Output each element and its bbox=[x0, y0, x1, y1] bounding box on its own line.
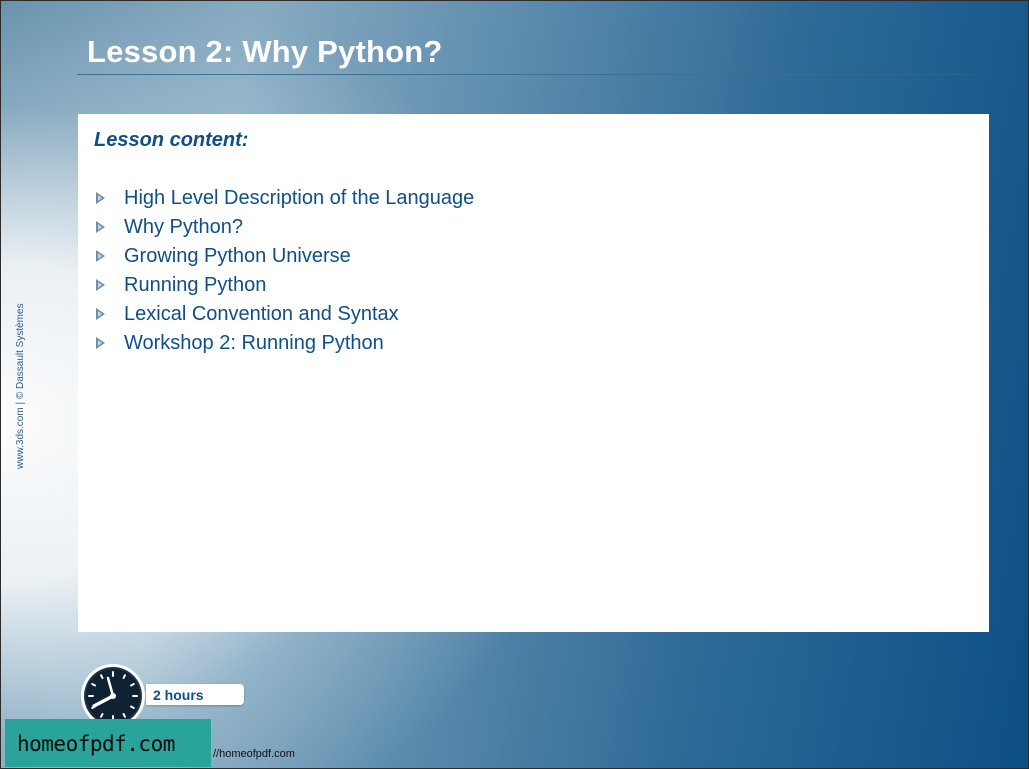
watermark-banner[interactable]: homeofpdf.com bbox=[5, 719, 211, 767]
watermark-label: homeofpdf.com bbox=[17, 732, 175, 756]
duration-badge: 2 hours bbox=[146, 684, 244, 705]
triangle-bullet-icon bbox=[96, 279, 105, 291]
lesson-content-heading: Lesson content: bbox=[94, 129, 249, 151]
topic-label: High Level Description of the Language bbox=[124, 187, 475, 209]
list-item: High Level Description of the Language bbox=[94, 186, 474, 215]
list-item: Why Python? bbox=[94, 215, 474, 244]
duration-label: 2 hours bbox=[153, 687, 204, 703]
list-item: Running Python bbox=[94, 273, 474, 302]
lesson-content-panel: Lesson content: High Level Description o… bbox=[78, 114, 989, 632]
slide: Lesson 2: Why Python? www.3ds.com | © Da… bbox=[0, 0, 1029, 769]
triangle-bullet-icon bbox=[96, 192, 105, 204]
footer-url[interactable]: //homeofpdf.com bbox=[213, 748, 295, 760]
topic-label: Growing Python Universe bbox=[124, 245, 351, 267]
slide-title: Lesson 2: Why Python? bbox=[87, 34, 443, 69]
topic-label: Lexical Convention and Syntax bbox=[124, 303, 399, 325]
list-item: Lexical Convention and Syntax bbox=[94, 302, 474, 331]
triangle-bullet-icon bbox=[96, 250, 105, 262]
list-item: Workshop 2: Running Python bbox=[94, 331, 474, 360]
triangle-bullet-icon bbox=[96, 221, 105, 233]
title-divider bbox=[77, 74, 977, 75]
triangle-bullet-icon bbox=[96, 337, 105, 349]
topic-list: High Level Description of the Language W… bbox=[94, 186, 474, 360]
list-item: Growing Python Universe bbox=[94, 244, 474, 273]
triangle-bullet-icon bbox=[96, 308, 105, 320]
topic-label: Running Python bbox=[124, 274, 267, 296]
copyright-side-text: www.3ds.com | © Dassault Systèmes bbox=[15, 303, 26, 469]
topic-label: Why Python? bbox=[124, 216, 243, 238]
topic-label: Workshop 2: Running Python bbox=[124, 332, 384, 354]
